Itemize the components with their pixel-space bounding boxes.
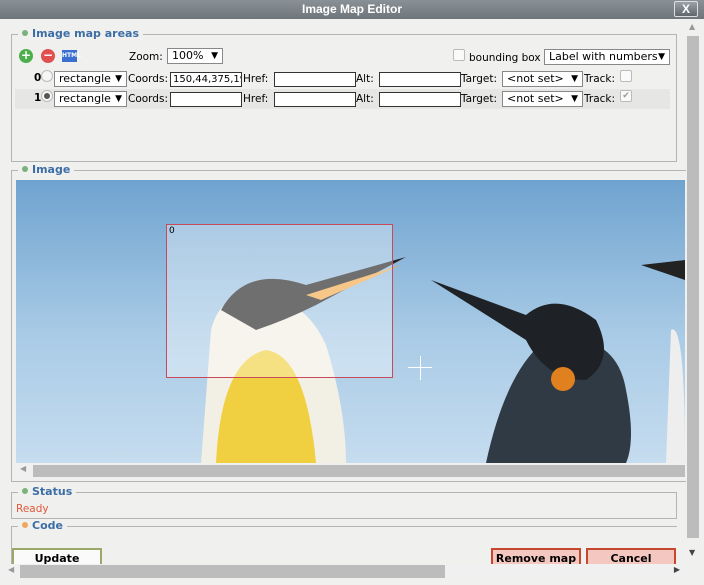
status-legend: Status <box>32 485 73 498</box>
areas-legend: Image map areas <box>32 27 140 40</box>
coords-label: Coords: <box>128 73 168 85</box>
html-icon[interactable]: HTML <box>62 50 81 62</box>
coords-label: Coords: <box>128 93 168 105</box>
shape-select[interactable]: rectangle ▼ <box>54 91 127 107</box>
area-label: 0 <box>169 226 175 236</box>
image-horizontal-scrollbar[interactable]: ◀ <box>16 464 685 477</box>
href-input[interactable] <box>274 92 356 107</box>
chevron-down-icon: ▼ <box>571 94 578 104</box>
bounding-box-checkbox[interactable] <box>453 49 465 61</box>
area-index: 0 <box>34 72 42 84</box>
area-select-radio[interactable] <box>41 90 53 102</box>
href-input[interactable] <box>274 72 356 87</box>
coords-input[interactable] <box>170 92 242 107</box>
bullet-icon <box>22 522 28 528</box>
dialog-vertical-scrollbar[interactable]: ▲ ▼ <box>686 20 700 562</box>
area-select-radio[interactable] <box>41 70 53 82</box>
track-checkbox[interactable]: ✔ <box>620 90 632 102</box>
status-text: Ready <box>16 503 49 515</box>
alt-label: Alt: <box>356 93 374 105</box>
window-titlebar: Image Map Editor X <box>0 0 704 19</box>
href-label: Href: <box>243 73 269 85</box>
bullet-icon <box>22 30 28 36</box>
zoom-select[interactable]: 100% ▼ <box>167 48 223 64</box>
label-mode-select[interactable]: Label with numbers ▼ <box>544 49 670 65</box>
bullet-icon <box>22 166 28 172</box>
area-row: 0 rectangle ▼ Coords: 150,44,375,19 Href:… <box>15 69 670 89</box>
track-label: Track: <box>584 93 616 105</box>
target-select[interactable]: <not set> ▼ <box>502 91 583 107</box>
href-label: Href: <box>243 93 269 105</box>
area-index: 1 <box>34 92 42 104</box>
map-area-rectangle[interactable]: 0 <box>166 224 393 378</box>
target-label: Target: <box>461 73 498 85</box>
coords-input[interactable]: 150,44,375,19 <box>170 72 242 87</box>
track-checkbox[interactable] <box>620 70 632 82</box>
chevron-down-icon: ▼ <box>115 94 122 104</box>
add-area-icon[interactable]: + <box>19 49 33 63</box>
dialog-horizontal-scrollbar[interactable]: ◀ ▶ <box>4 564 684 579</box>
chevron-down-icon: ▼ <box>571 74 578 84</box>
status-fieldset: Status Ready <box>11 485 677 519</box>
zoom-label: Zoom: <box>129 51 163 63</box>
shape-select[interactable]: rectangle ▼ <box>54 71 127 87</box>
image-canvas[interactable]: 0 <box>16 180 685 463</box>
close-button[interactable]: X <box>674 1 698 17</box>
bullet-icon <box>22 488 28 494</box>
chevron-down-icon: ▼ <box>658 52 665 62</box>
area-row: 1 rectangle ▼ Coords: Href: Alt: Target: … <box>15 89 670 109</box>
image-legend: Image <box>32 163 71 176</box>
target-select[interactable]: <not set> ▼ <box>502 71 583 87</box>
chevron-down-icon: ▼ <box>211 51 218 61</box>
chevron-down-icon: ▼ <box>115 74 122 84</box>
remove-area-icon[interactable]: − <box>41 49 55 63</box>
track-label: Track: <box>584 73 616 85</box>
alt-input[interactable] <box>379 72 461 87</box>
alt-label: Alt: <box>356 73 374 85</box>
target-label: Target: <box>461 93 498 105</box>
window-title: Image Map Editor <box>301 2 402 16</box>
alt-input[interactable] <box>379 92 461 107</box>
bounding-box-label: bounding box <box>469 52 541 64</box>
code-legend: Code <box>32 519 63 532</box>
crosshair-cursor-icon <box>420 356 421 380</box>
